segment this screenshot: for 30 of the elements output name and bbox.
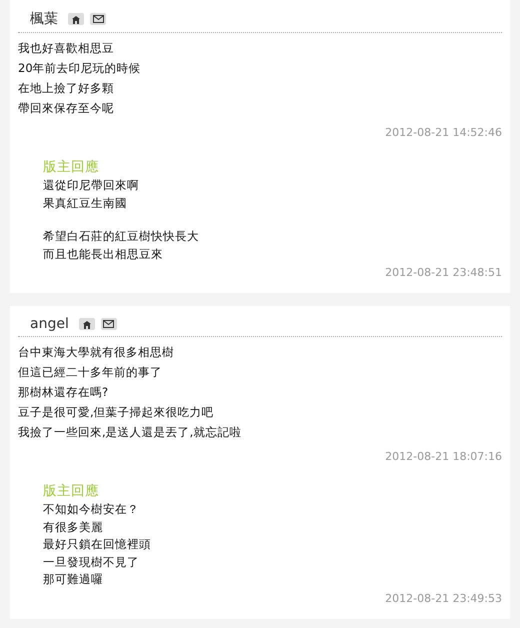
reply-text: 還從印尼帶回來啊 — [43, 177, 140, 194]
mail-icon[interactable] — [90, 13, 106, 25]
reply-text: 而且也能長出相思豆來 — [43, 246, 164, 262]
comment-text: 台中東海大學就有很多相思樹 — [18, 344, 175, 361]
comment-text: 20年前去印尼玩的時候 — [18, 60, 142, 77]
comment-text: 我撿了一些回來,是送人還是丟了,就忘記啦 — [18, 424, 242, 441]
author-name: 楓葉 — [30, 10, 58, 28]
author-name: angel — [30, 316, 69, 332]
reply-title: 版主回應 — [43, 482, 100, 501]
reply-text: 有很多美麗 — [43, 518, 104, 536]
timestamp: 2012-08-21 18:07:16 — [384, 450, 502, 463]
reply-text: 最好只鎖在回憶裡頭 — [43, 536, 152, 553]
home-icon[interactable] — [68, 13, 84, 25]
reply-text: 那可難過囉 — [43, 571, 104, 588]
comment-text: 豆子是很可愛,但葉子掃起來很吃力吧 — [18, 404, 215, 421]
comment-text: 在地上撿了好多顆 — [18, 80, 115, 97]
home-icon[interactable] — [78, 318, 95, 330]
comment-text: 但這已經二十多年前的事了 — [18, 364, 163, 381]
comment-text: 那樹林還存在嗎? — [18, 384, 110, 401]
reply-text: 不知如今樹安在？ — [43, 501, 140, 518]
timestamp: 2012-08-21 14:52:46 — [384, 126, 502, 139]
reply-text: 果真紅豆生南國 — [43, 194, 128, 212]
reply-text: 希望白石莊的紅豆樹快快長大 — [43, 228, 200, 245]
comment-text: 我也好喜歡相思豆 — [18, 40, 115, 57]
comment-text: 帶回來保存至今呢 — [18, 100, 115, 117]
mail-icon[interactable] — [100, 318, 117, 330]
timestamp: 2012-08-21 23:49:53 — [384, 592, 502, 604]
reply-text: 一旦發現樹不見了 — [43, 554, 140, 570]
reply-title: 版主回應 — [43, 158, 100, 177]
timestamp: 2012-08-21 23:48:51 — [384, 266, 502, 279]
